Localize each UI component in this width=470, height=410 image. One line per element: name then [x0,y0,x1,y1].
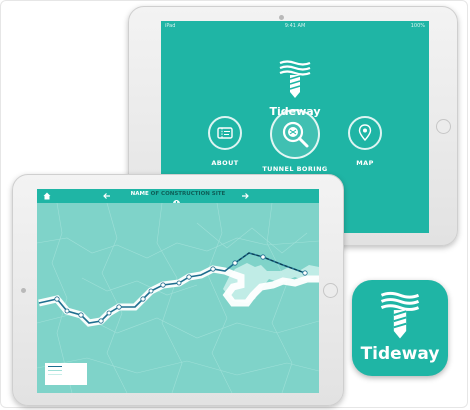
map-navbar: NAME OF CONSTRUCTION SITE [37,189,319,208]
site-title-strong: NAME [130,191,149,197]
front-tablet: NAME OF CONSTRUCTION SITE [12,174,344,406]
camera-dot [279,15,284,20]
tideway-app-icon [380,291,420,339]
legend-line [48,370,62,371]
next-arrow-icon[interactable] [241,192,249,200]
site-title-rest: OF CONSTRUCTION SITE [148,191,226,197]
app-icon-label: Tideway [360,344,440,364]
tbm-magnifier-icon [282,121,309,148]
home-button[interactable] [323,283,338,298]
ticket-icon [217,127,233,139]
map-label: MAP [356,159,374,167]
home-button[interactable] [436,119,451,134]
legend-line [48,374,62,375]
camera-dot [21,288,26,293]
tideway-logo-icon [279,60,311,98]
legend-line [48,366,62,367]
about-label: ABOUT [211,159,239,167]
tunnel-map[interactable] [37,202,319,393]
site-title: NAME OF CONSTRUCTION SITE [37,191,319,197]
map-legend [45,363,87,385]
app-icon[interactable]: Tideway [352,280,448,376]
about-button[interactable] [208,116,242,150]
status-battery: 100% [410,23,425,29]
map-screen: NAME OF CONSTRUCTION SITE [37,189,319,393]
status-bar: iPad 9:41 AM 100% [165,23,425,31]
tbm-button[interactable] [270,109,320,159]
map-button[interactable] [348,116,382,150]
status-time: 9:41 AM [284,23,306,29]
map-pin-icon [358,124,372,142]
